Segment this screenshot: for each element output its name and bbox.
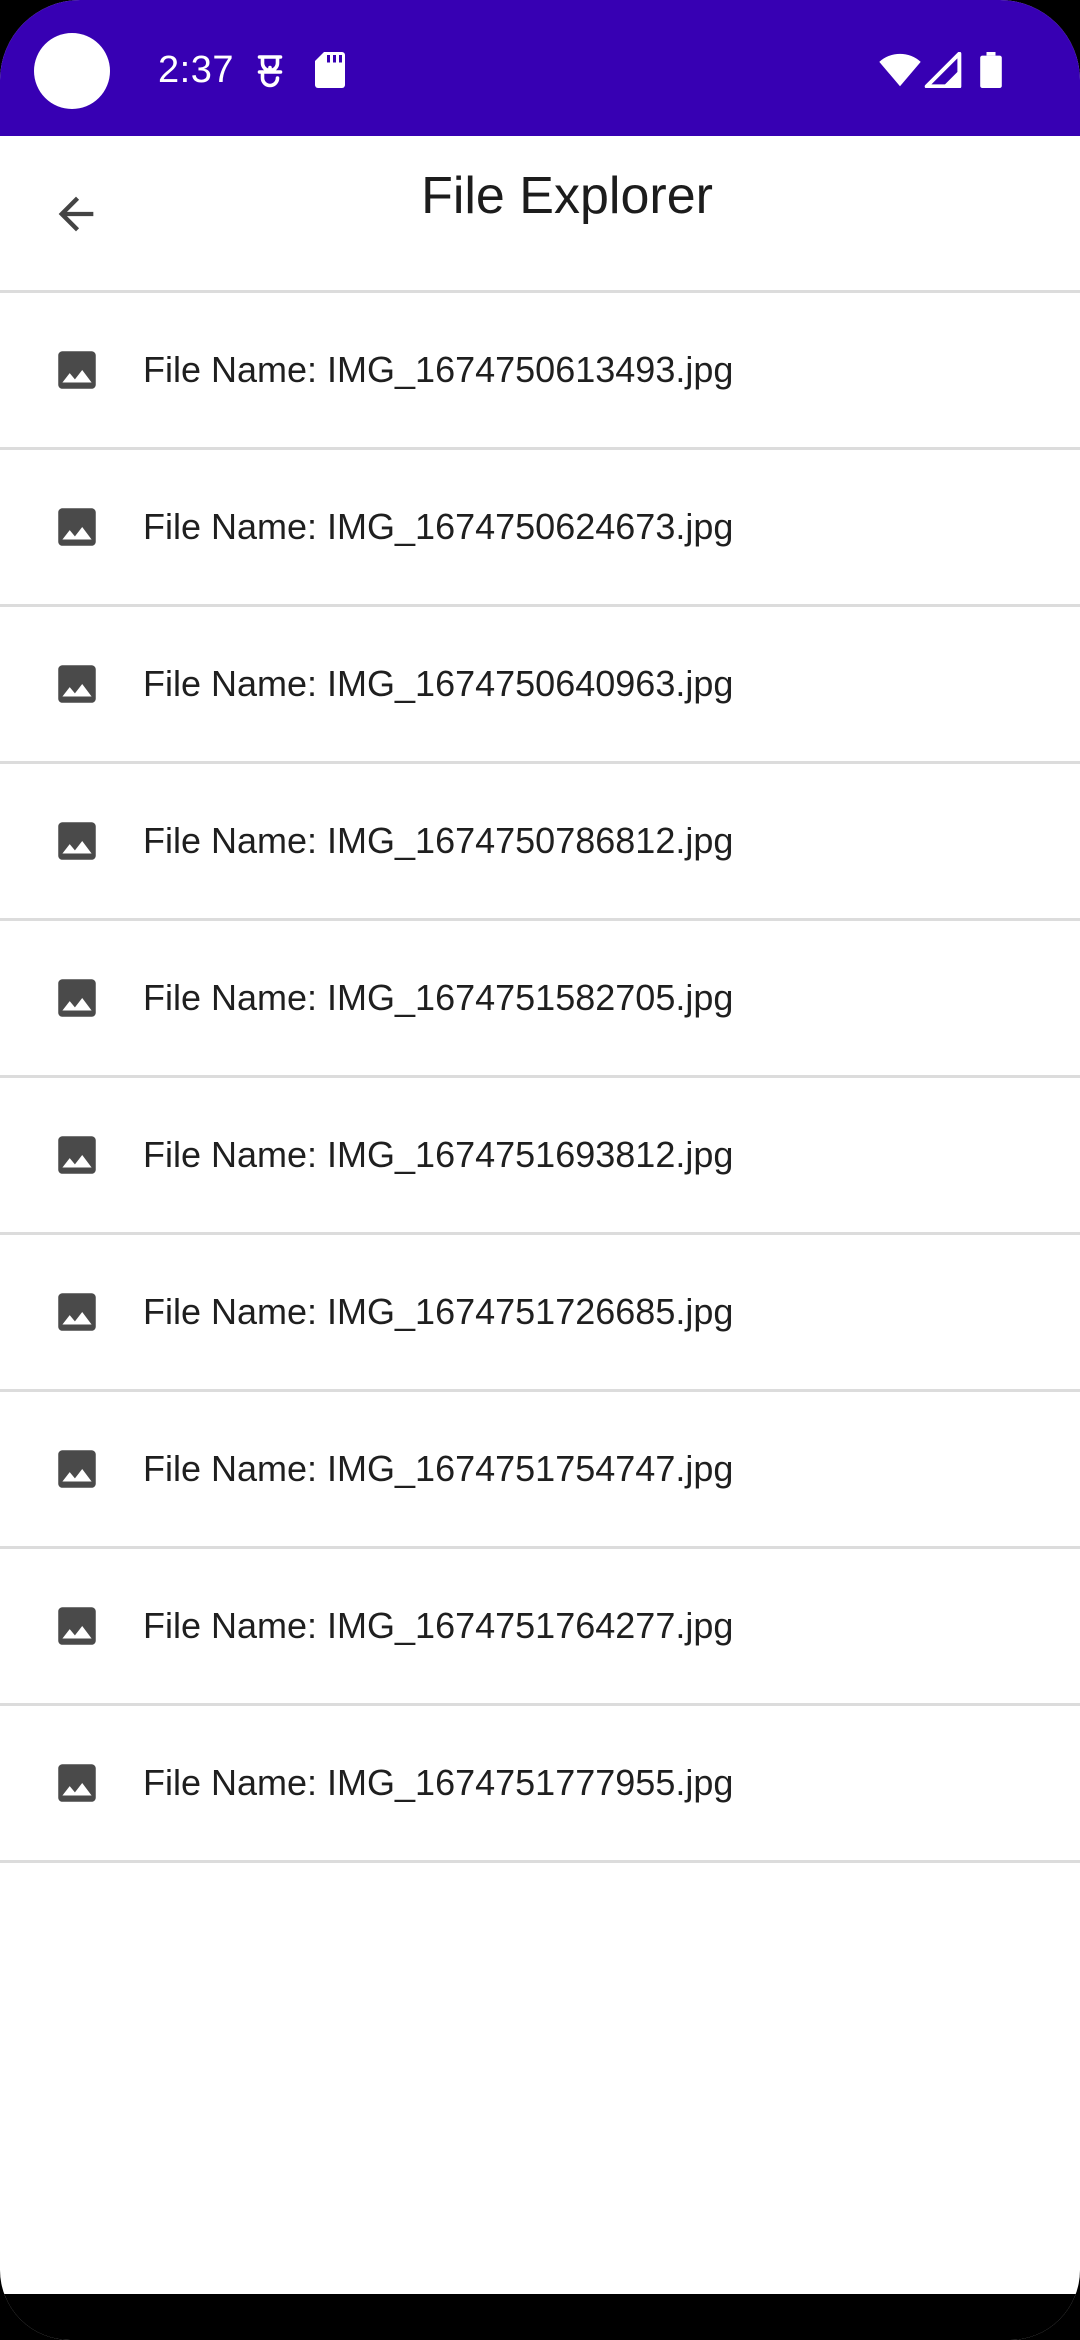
notification-icon <box>257 55 283 88</box>
sd-card-icon <box>315 52 345 88</box>
file-name: File Name: IMG_1674751726685.jpg <box>143 1291 734 1332</box>
file-name: File Name: IMG_1674750613493.jpg <box>143 349 734 390</box>
image-icon <box>58 822 96 860</box>
file-name: File Name: IMG_1674750624673.jpg <box>143 506 734 547</box>
app-screen: 2:37 File Explorer File Name: IMG_167475… <box>0 0 1080 2340</box>
status-bar: 2:37 <box>0 0 1080 136</box>
file-name: File Name: IMG_1674750640963.jpg <box>143 663 734 704</box>
navigation-bar <box>0 2294 1080 2340</box>
image-icon <box>58 665 96 703</box>
file-list-item[interactable]: File Name: IMG_1674751754747.jpg <box>0 1392 1080 1549</box>
file-name: File Name: IMG_1674751764277.jpg <box>143 1605 734 1646</box>
status-time: 2:37 <box>158 49 234 91</box>
file-name: File Name: IMG_1674751754747.jpg <box>143 1448 734 1489</box>
file-list-item[interactable]: File Name: IMG_1674751764277.jpg <box>0 1549 1080 1706</box>
file-name: File Name: IMG_1674751582705.jpg <box>143 977 734 1018</box>
file-name: File Name: IMG_1674751777955.jpg <box>143 1762 734 1803</box>
file-list-item[interactable]: File Name: IMG_1674750640963.jpg <box>0 607 1080 764</box>
image-icon <box>58 508 96 546</box>
page-title: File Explorer <box>421 167 713 225</box>
file-list-item[interactable]: File Name: IMG_1674750624673.jpg <box>0 450 1080 607</box>
file-list-item[interactable]: File Name: IMG_1674751726685.jpg <box>0 1235 1080 1392</box>
cell-signal-icon <box>924 52 962 88</box>
image-icon <box>58 1450 96 1488</box>
file-list-item[interactable]: File Name: IMG_1674750613493.jpg <box>0 293 1080 450</box>
file-list: File Name: IMG_1674750613493.jpg File Nam… <box>0 293 1080 1863</box>
file-list-item[interactable]: File Name: IMG_1674751582705.jpg <box>0 921 1080 1078</box>
battery-icon <box>980 52 1002 88</box>
home-gesture-handle[interactable] <box>441 2272 639 2280</box>
file-name: File Name: IMG_1674750786812.jpg <box>143 820 734 861</box>
app-bar: File Explorer <box>0 136 1080 293</box>
file-list-item[interactable]: File Name: IMG_1674751777955.jpg <box>0 1706 1080 1863</box>
image-icon <box>58 1136 96 1174</box>
image-icon <box>58 979 96 1017</box>
file-list-item[interactable]: File Name: IMG_1674751693812.jpg <box>0 1078 1080 1235</box>
image-icon <box>58 351 96 389</box>
wifi-icon <box>879 53 921 87</box>
file-list-item[interactable]: File Name: IMG_1674750786812.jpg <box>0 764 1080 921</box>
image-icon <box>58 1293 96 1331</box>
image-icon <box>58 1764 96 1802</box>
camera-cutout <box>34 33 110 109</box>
file-name: File Name: IMG_1674751693812.jpg <box>143 1134 734 1175</box>
image-icon <box>58 1607 96 1645</box>
